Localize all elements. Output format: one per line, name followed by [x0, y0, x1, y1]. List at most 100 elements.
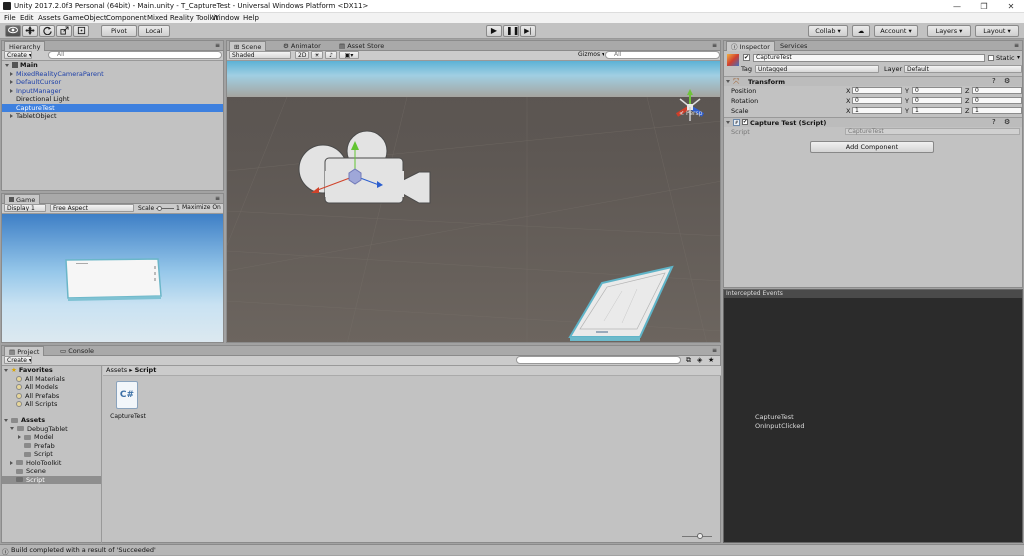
status-message[interactable]: Build completed with a result of 'Succee…: [11, 546, 156, 554]
2d-toggle[interactable]: 2D: [295, 51, 309, 59]
scale-y-field[interactable]: 1: [912, 107, 962, 114]
panel-menu-icon[interactable]: ≡: [712, 347, 717, 354]
pause-button[interactable]: ❚❚: [503, 25, 519, 37]
tab-animator[interactable]: ⚙ Animator: [279, 41, 325, 51]
tree-prefab[interactable]: Prefab: [2, 442, 101, 451]
scene-viewport[interactable]: ≮ Persp: [227, 61, 720, 343]
hierarchy-item-capturetest[interactable]: CaptureTest: [2, 103, 223, 112]
hierarchy-create-dropdown[interactable]: Create ▾: [4, 51, 32, 59]
tree-script-selected[interactable]: Script: [2, 475, 101, 484]
pivot-toggle[interactable]: Pivot: [101, 25, 137, 37]
transform-header[interactable]: ⤧ Transform ? ⚙: [724, 76, 1022, 86]
tablet-object-model[interactable]: [562, 265, 677, 343]
tree-model[interactable]: Model: [2, 433, 101, 442]
rotate-tool-button[interactable]: [39, 25, 55, 37]
collab-button[interactable]: Collab ▾: [808, 25, 848, 37]
menu-help[interactable]: Help: [243, 14, 259, 22]
tree-assets[interactable]: Assets: [2, 416, 101, 425]
tab-project[interactable]: ▤ Project: [4, 346, 45, 356]
tab-inspector[interactable]: ⓘ Inspector: [726, 41, 775, 51]
tab-game[interactable]: Game: [4, 194, 41, 204]
aspect-dropdown[interactable]: Free Aspect: [50, 204, 134, 212]
account-dropdown[interactable]: Account ▾: [874, 25, 918, 37]
play-button[interactable]: ▶: [486, 25, 502, 37]
display-dropdown[interactable]: Display 1: [4, 204, 46, 212]
maximize-on-play-toggle[interactable]: Maximize On Play: [180, 204, 223, 212]
tree-scene[interactable]: Scene: [2, 467, 101, 476]
filter-type-icon[interactable]: ⧉: [686, 356, 691, 365]
breadcrumb-assets[interactable]: Assets: [106, 366, 127, 374]
hierarchy-item-mixedrealitycameraparent[interactable]: MixedRealityCameraParent: [2, 70, 223, 79]
project-create-dropdown[interactable]: Create ▾: [4, 356, 32, 364]
panel-menu-icon[interactable]: ≡: [215, 42, 220, 49]
tree-all-scripts[interactable]: All Scripts: [2, 400, 101, 409]
static-dropdown-icon[interactable]: ▾: [1017, 54, 1020, 61]
menu-assets[interactable]: Assets: [38, 14, 61, 22]
scale-tool-button[interactable]: [56, 25, 72, 37]
rect-tool-button[interactable]: [73, 25, 89, 37]
scale-z-field[interactable]: 1: [972, 107, 1022, 114]
thumbnail-size-slider-thumb[interactable]: [697, 533, 703, 539]
local-toggle[interactable]: Local: [138, 25, 170, 37]
hierarchy-item-directional-light[interactable]: Directional Light: [2, 95, 223, 104]
scene-root-row[interactable]: Main: [2, 61, 223, 70]
position-y-field[interactable]: 0: [912, 87, 962, 94]
static-checkbox[interactable]: [988, 55, 994, 61]
tree-all-materials[interactable]: All Materials: [2, 375, 101, 384]
component-settings-gear-icon[interactable]: ⚙: [1004, 118, 1010, 126]
rotation-z-field[interactable]: 0: [972, 97, 1022, 104]
tree-debugtablet-script[interactable]: Script: [2, 450, 101, 459]
layout-dropdown[interactable]: Layout ▾: [975, 25, 1019, 37]
tree-all-prefabs[interactable]: All Prefabs: [2, 392, 101, 401]
tab-services[interactable]: Services: [776, 41, 811, 51]
active-checkbox[interactable]: ✔: [743, 54, 750, 61]
scale-x-field[interactable]: 1: [852, 107, 902, 114]
menu-mixed-reality-toolkit[interactable]: Mixed Reality Toolkit: [147, 14, 218, 22]
view-tool-button[interactable]: [5, 25, 21, 37]
step-button[interactable]: ▶|: [520, 25, 536, 37]
component-settings-gear-icon[interactable]: ⚙: [1004, 77, 1010, 85]
camera-gizmo-icon[interactable]: [297, 116, 437, 221]
cloud-button[interactable]: ☁: [852, 25, 870, 37]
scene-search-input[interactable]: All: [605, 51, 720, 59]
audio-toggle[interactable]: ♪: [325, 51, 337, 59]
tab-asset-store[interactable]: ▤ Asset Store: [335, 41, 388, 51]
game-viewport[interactable]: [2, 214, 223, 342]
hierarchy-item-tabletobject[interactable]: TabletObject: [2, 112, 223, 121]
tab-console[interactable]: ▭ Console: [56, 346, 98, 356]
scale-slider-thumb[interactable]: [157, 205, 162, 211]
favorite-star-icon[interactable]: ★: [708, 356, 714, 364]
hierarchy-item-inputmanager[interactable]: InputManager: [2, 87, 223, 96]
position-z-field[interactable]: 0: [972, 87, 1022, 94]
effects-dropdown[interactable]: ▣▾: [339, 51, 359, 59]
position-x-field[interactable]: 0: [852, 87, 902, 94]
layer-dropdown[interactable]: Default: [904, 65, 1022, 73]
help-book-icon[interactable]: ?: [992, 77, 996, 85]
add-component-button[interactable]: Add Component: [810, 141, 934, 153]
tree-debugtablet[interactable]: DebugTablet: [2, 425, 101, 434]
panel-menu-icon[interactable]: ≡: [1014, 42, 1019, 49]
help-book-icon[interactable]: ?: [992, 118, 996, 126]
menu-gameobject[interactable]: GameObject: [63, 14, 107, 22]
filter-label-icon[interactable]: ◈: [697, 356, 702, 364]
persp-label[interactable]: ≮ Persp: [679, 110, 702, 117]
asset-capturetest[interactable]: C# CaptureTest: [110, 381, 146, 431]
rotation-x-field[interactable]: 0: [852, 97, 902, 104]
close-button[interactable]: ✕: [998, 0, 1024, 13]
tab-hierarchy[interactable]: Hierarchy: [4, 41, 46, 51]
rotation-y-field[interactable]: 0: [912, 97, 962, 104]
minimize-button[interactable]: —: [944, 0, 970, 13]
panel-menu-icon[interactable]: ≡: [712, 42, 717, 49]
menu-window[interactable]: Window: [212, 14, 240, 22]
lighting-toggle[interactable]: ☀: [311, 51, 323, 59]
tree-all-models[interactable]: All Models: [2, 383, 101, 392]
tree-favorites[interactable]: ★ Favorites: [2, 366, 101, 375]
breadcrumb-script[interactable]: Script: [135, 366, 157, 374]
menu-component[interactable]: Component: [106, 14, 147, 22]
maximize-button[interactable]: ❐: [971, 0, 997, 13]
script-component-header[interactable]: # ✔ Capture Test (Script) ? ⚙: [724, 117, 1022, 127]
move-tool-button[interactable]: [22, 25, 38, 37]
component-enabled-checkbox[interactable]: ✔: [742, 119, 748, 125]
menu-file[interactable]: File: [4, 14, 16, 22]
project-search-input[interactable]: [516, 356, 681, 364]
